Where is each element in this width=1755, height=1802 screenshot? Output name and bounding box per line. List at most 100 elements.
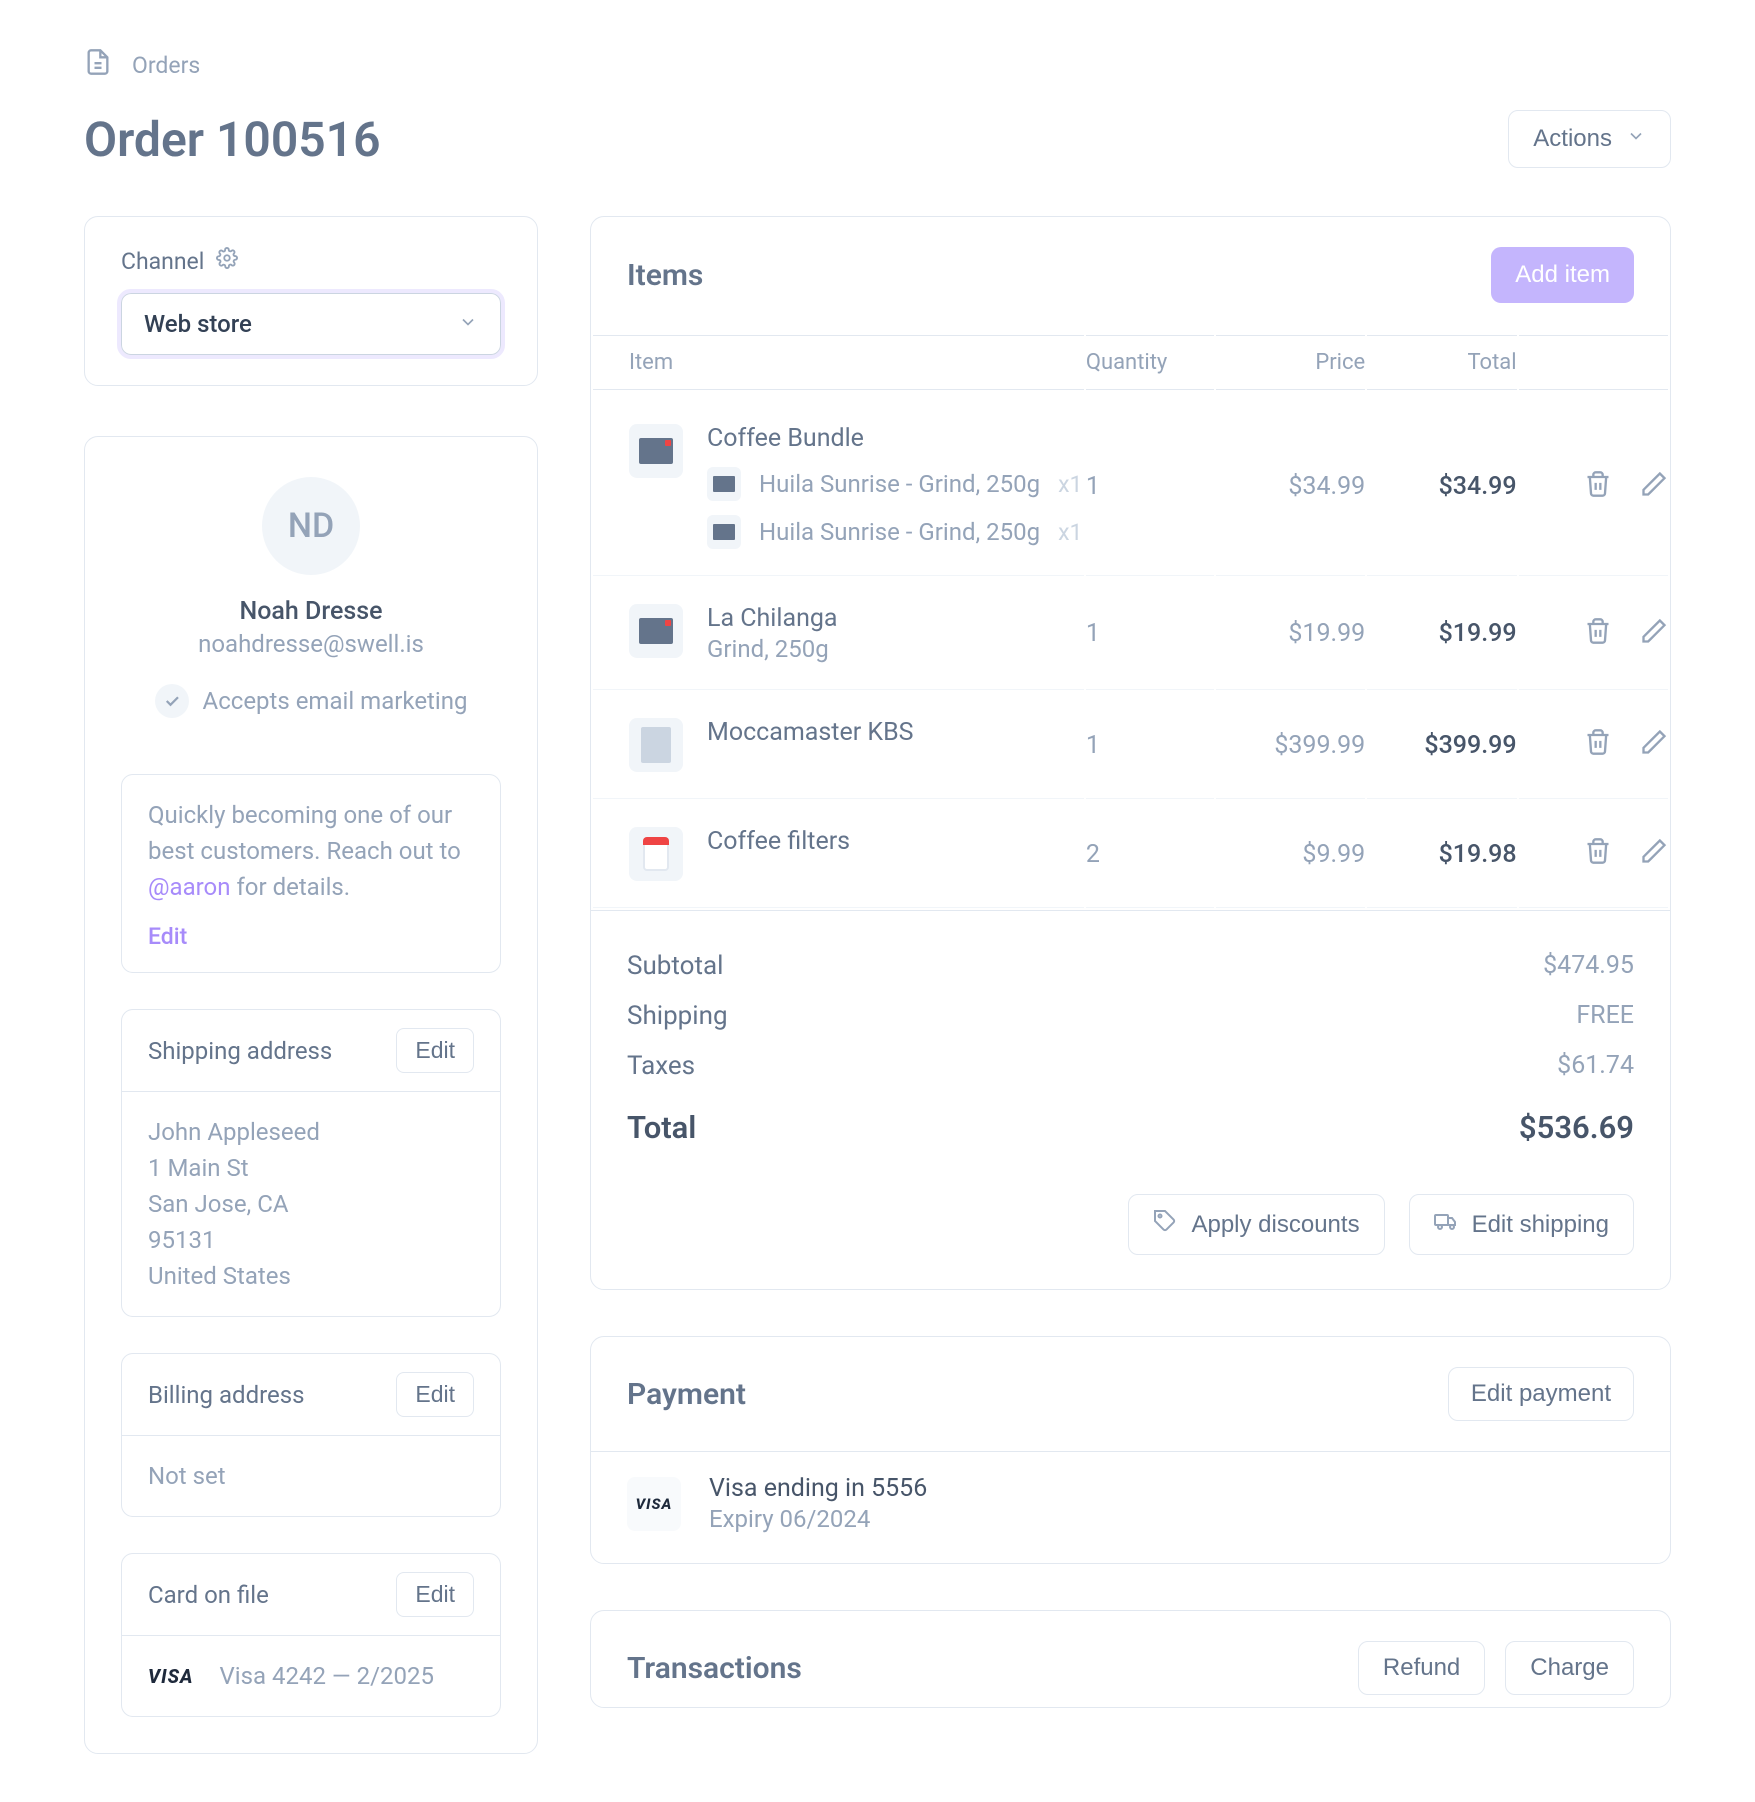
page-header: Order 100516 Actions <box>84 110 1671 168</box>
item-qty: 2 <box>1086 840 1100 869</box>
pencil-icon[interactable] <box>1640 728 1668 762</box>
breadcrumb-orders[interactable]: Orders <box>132 52 200 79</box>
visa-icon: VISA <box>148 1665 194 1688</box>
customer-card: ND Noah Dresse noahdresse@swell.is Accep… <box>84 436 538 1754</box>
check-icon <box>155 684 189 718</box>
items-title: Items <box>627 258 703 293</box>
col-item: Item <box>593 335 1084 390</box>
table-row: La ChilangaGrind, 250g 1 $19.99 $19.99 <box>593 578 1668 690</box>
item-thumb <box>629 424 683 478</box>
payment-brand-thumb: VISA <box>627 1477 681 1531</box>
apply-discounts-button[interactable]: Apply discounts <box>1128 1194 1384 1255</box>
edit-billing-address-button[interactable]: Edit <box>396 1372 474 1417</box>
visa-icon: VISA <box>636 1495 673 1513</box>
item-price: $399.99 <box>1274 731 1365 760</box>
pencil-icon[interactable] <box>1640 617 1668 651</box>
bundle-label: Huila Sunrise - Grind, 250g <box>759 518 1040 546</box>
item-thumb <box>629 604 683 658</box>
edit-shipping-button[interactable]: Edit shipping <box>1409 1194 1634 1255</box>
refund-button[interactable]: Refund <box>1358 1641 1485 1695</box>
sidebar: Channel Web store ND Noah Dresse noahdre… <box>84 216 538 1754</box>
trash-icon[interactable] <box>1584 617 1612 651</box>
actions-button[interactable]: Actions <box>1508 110 1671 168</box>
page-title: Order 100516 <box>84 111 381 168</box>
trash-icon[interactable] <box>1584 470 1612 504</box>
trash-icon[interactable] <box>1584 728 1612 762</box>
item-total: $34.99 <box>1439 472 1517 501</box>
subtotal-label: Subtotal <box>627 951 723 981</box>
edit-note-link[interactable]: Edit <box>148 923 187 950</box>
transactions-title: Transactions <box>627 1651 802 1686</box>
col-total: Total <box>1367 335 1516 390</box>
trash-icon[interactable] <box>1584 837 1612 871</box>
items-card: Items Add item Item Quantity Price Total… <box>590 216 1671 1290</box>
table-row: Coffee filters2$9.99$19.98 <box>593 801 1668 908</box>
taxes-value: $61.74 <box>1557 1051 1634 1081</box>
grand-total-value: $536.69 <box>1519 1109 1634 1146</box>
edit-payment-button[interactable]: Edit payment <box>1448 1367 1634 1421</box>
tag-icon <box>1153 1209 1177 1240</box>
edit-shipping-address-button[interactable]: Edit <box>396 1028 474 1073</box>
item-total: $19.99 <box>1439 619 1517 648</box>
channel-label: Channel <box>121 248 204 275</box>
pencil-icon[interactable] <box>1640 470 1668 504</box>
payment-title: Payment <box>627 1377 746 1412</box>
bundle-qty: x1 <box>1058 519 1082 546</box>
totals: Subtotal $474.95 Shipping FREE Taxes $61… <box>591 910 1670 1166</box>
breadcrumb: Orders <box>84 48 1671 82</box>
card-on-file-title: Card on file <box>148 1581 269 1609</box>
avatar: ND <box>262 477 360 575</box>
customer-note: Quickly becoming one of our best custome… <box>121 774 501 973</box>
item-thumb <box>629 718 683 772</box>
col-price: Price <box>1216 335 1365 390</box>
truck-icon <box>1434 1209 1458 1240</box>
customer-name: Noah Dresse <box>121 597 501 626</box>
pencil-icon[interactable] <box>1640 837 1668 871</box>
bundle-item: Huila Sunrise - Grind, 250g x1 <box>707 467 1082 501</box>
shipping-address-card: Shipping address Edit John Appleseed 1 M… <box>121 1009 501 1317</box>
table-row: Moccamaster KBS1$399.99$399.99 <box>593 692 1668 799</box>
item-price: $34.99 <box>1288 472 1365 501</box>
col-qty: Quantity <box>1086 335 1214 390</box>
shipping-title: Shipping address <box>148 1037 332 1065</box>
billing-title: Billing address <box>148 1381 305 1409</box>
item-price: $19.99 <box>1288 619 1365 648</box>
shipping-label: Shipping <box>627 1001 728 1031</box>
item-subtitle: Grind, 250g <box>707 635 838 663</box>
bundle-thumb <box>707 515 741 549</box>
channel-value: Web store <box>144 310 252 338</box>
note-text: Quickly becoming one of our best custome… <box>148 797 474 905</box>
channel-select[interactable]: Web store <box>121 293 501 355</box>
item-name: Moccamaster KBS <box>707 718 914 747</box>
main: Items Add item Item Quantity Price Total… <box>590 216 1671 1708</box>
mention[interactable]: @aaron <box>148 873 231 901</box>
billing-value: Not set <box>148 1458 474 1494</box>
shipping-body: John Appleseed 1 Main St San Jose, CA 95… <box>122 1091 500 1316</box>
subtotal-value: $474.95 <box>1543 951 1634 981</box>
item-name: La Chilanga <box>707 604 838 633</box>
payment-secondary: Expiry 06/2024 <box>709 1505 927 1533</box>
charge-button[interactable]: Charge <box>1505 1641 1634 1695</box>
grand-total-label: Total <box>627 1109 696 1146</box>
chevron-down-icon <box>1626 125 1646 153</box>
item-qty: 1 <box>1086 619 1100 648</box>
chevron-down-icon <box>458 310 478 338</box>
channel-card: Channel Web store <box>84 216 538 386</box>
payment-primary: Visa ending in 5556 <box>709 1474 927 1503</box>
billing-address-card: Billing address Edit Not set <box>121 1353 501 1517</box>
item-qty: 1 <box>1086 472 1100 501</box>
add-item-button[interactable]: Add item <box>1491 247 1634 303</box>
bundle-thumb <box>707 467 741 501</box>
card-on-file-label: Visa 4242 — 2/2025 <box>220 1658 434 1694</box>
taxes-label: Taxes <box>627 1051 695 1081</box>
item-total: $399.99 <box>1424 731 1516 760</box>
bundle-qty: x1 <box>1058 471 1082 498</box>
payment-card: Payment Edit payment VISA Visa ending in… <box>590 1336 1671 1564</box>
item-name: Coffee filters <box>707 827 850 856</box>
shipping-value: FREE <box>1576 1001 1634 1031</box>
gear-icon[interactable] <box>216 247 238 275</box>
edit-card-on-file-button[interactable]: Edit <box>396 1572 474 1617</box>
table-row: Coffee BundleHuila Sunrise - Grind, 250g… <box>593 392 1668 576</box>
bundle-label: Huila Sunrise - Grind, 250g <box>759 470 1040 498</box>
card-on-file-card: Card on file Edit VISA Visa 4242 — 2/202… <box>121 1553 501 1717</box>
